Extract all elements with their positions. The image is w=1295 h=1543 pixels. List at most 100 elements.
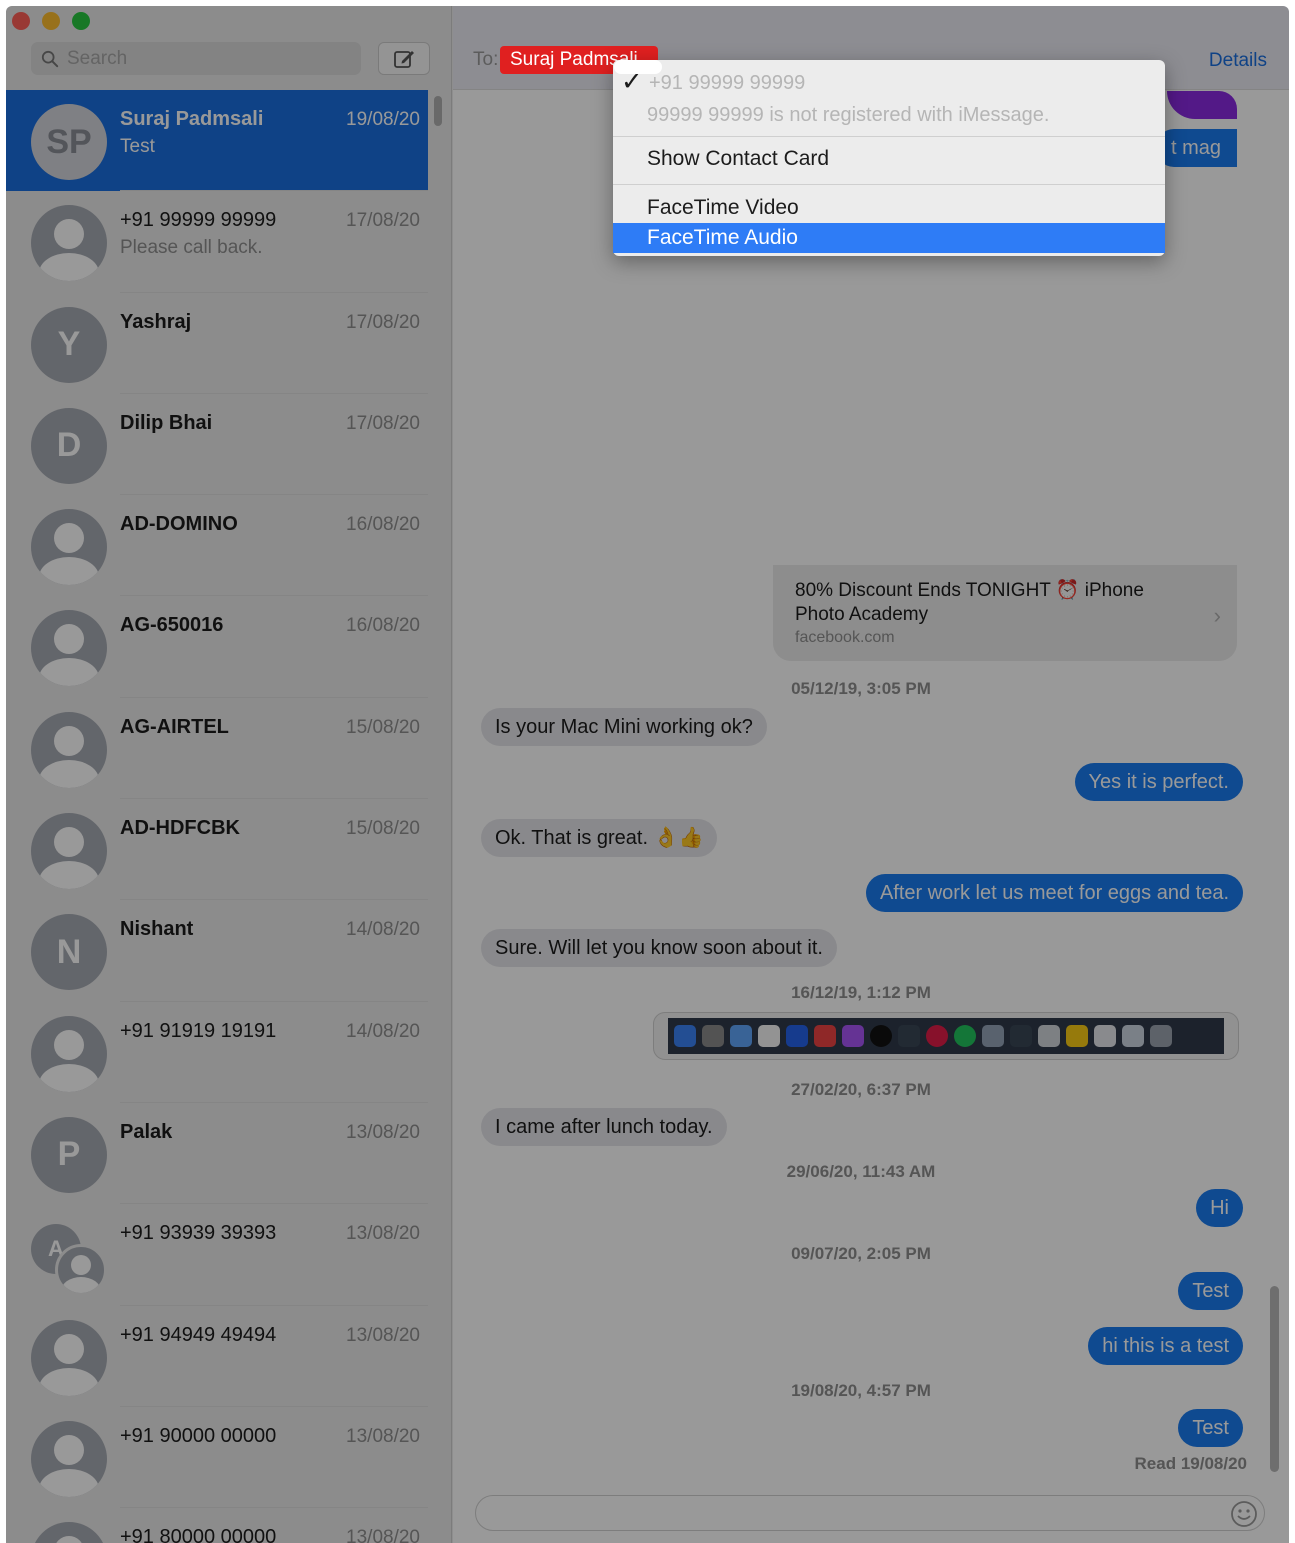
conversation-date: 19/08/20 (346, 109, 420, 130)
person-silhouette-icon (54, 725, 84, 756)
menu-item-facetime-audio[interactable]: FaceTime Audio (613, 223, 1165, 253)
details-button[interactable]: Details (1209, 50, 1267, 72)
link-preview-graphic (1167, 91, 1237, 119)
conversation-row[interactable]: A +91 93939 39393 13/08/20 (6, 1204, 428, 1306)
outgoing-message[interactable]: Test (1178, 1409, 1243, 1447)
menu-item-facetime-video[interactable]: FaceTime Video (613, 193, 1165, 223)
recipient-context-menu: ✓ +91 99999 99999 99999 99999 is not reg… (613, 60, 1165, 256)
incoming-message[interactable]: Is your Mac Mini working ok? (481, 708, 767, 746)
menu-item-show-contact-card[interactable]: Show Contact Card (613, 144, 1165, 174)
conversation-name: Yashraj (120, 310, 192, 333)
conversation-list: SP Suraj Padmsali 19/08/20 Test +91 99999 99… (6, 90, 428, 1543)
person-silhouette-icon (54, 827, 84, 858)
person-silhouette-icon (54, 624, 84, 655)
conversation-row[interactable]: +91 80000 00000 13/08/20 (6, 1508, 428, 1543)
close-window-button[interactable] (12, 12, 30, 30)
person-silhouette-icon (39, 1367, 99, 1396)
conversation-date: 13/08/20 (346, 1527, 420, 1543)
conversation-date: 13/08/20 (346, 1425, 420, 1447)
conversation-row[interactable]: +91 91919 19191 14/08/20 (6, 1002, 428, 1103)
outgoing-message[interactable]: Yes it is perfect. (1074, 763, 1243, 801)
person-silhouette-icon (54, 1536, 84, 1543)
compose-button[interactable] (378, 42, 430, 75)
mouse-cursor (614, 60, 662, 74)
avatar (31, 205, 107, 282)
conversation-name: +91 94949 49494 (120, 1323, 277, 1346)
conversation-row[interactable]: +91 90000 00000 13/08/20 (6, 1407, 428, 1509)
screenshot-attachment[interactable] (653, 1012, 1239, 1060)
conversation-date: 15/08/20 (346, 818, 420, 840)
conversation-row[interactable]: AD-HDFCBK 15/08/20 (6, 799, 428, 901)
compose-icon (394, 50, 414, 68)
menu-divider (613, 136, 1165, 137)
conversation-row[interactable]: SP Suraj Padmsali 19/08/20 Test (6, 90, 428, 192)
dock-screenshot-image (668, 1018, 1224, 1054)
conversation-name: +91 99999 99999 (120, 209, 277, 232)
message-input[interactable] (476, 1496, 1264, 1530)
avatar: Y (31, 306, 107, 383)
conversation-row[interactable]: +91 94949 49494 13/08/20 (6, 1306, 428, 1407)
person-silhouette-icon (39, 1063, 99, 1092)
conversation-row[interactable]: AD-DOMINO 16/08/20 (6, 495, 428, 597)
chevron-right-icon: › (1213, 603, 1221, 628)
message-transcript: t mag 80% Discount Ends TONIGHT ⏰ iPhone… (453, 91, 1289, 1477)
menu-item-phone[interactable]: ✓ +91 99999 99999 99999 99999 is not reg… (613, 64, 1165, 130)
conversation-date: 17/08/20 (346, 311, 420, 333)
conversation-date: 16/08/20 (346, 615, 420, 637)
search-icon (41, 50, 59, 67)
avatar: D (31, 407, 107, 484)
conversation-row[interactable]: N Nishant 14/08/20 (6, 900, 428, 1002)
conversation-name: AG-650016 (120, 614, 224, 637)
person-silhouette-icon (39, 253, 99, 282)
conversation-row[interactable]: AG-650016 16/08/20 (6, 596, 428, 698)
link-preview-site: facebook.com (795, 629, 895, 646)
emoji-icon[interactable] (1230, 1500, 1258, 1528)
minimize-window-button[interactable] (42, 12, 60, 30)
conversation-name: +91 93939 39393 (120, 1222, 277, 1245)
zoom-window-button[interactable] (72, 12, 90, 30)
conversation-name: AG-AIRTEL (120, 715, 229, 738)
search-field[interactable] (31, 42, 361, 75)
message-composer[interactable] (475, 1495, 1265, 1531)
message-timestamp: 27/02/20, 6:37 PM (791, 1080, 931, 1099)
incoming-message[interactable]: Ok. That is great. 👌👍 (481, 819, 718, 857)
search-input[interactable] (67, 47, 327, 70)
incoming-message[interactable]: I came after lunch today. (481, 1108, 727, 1146)
conversation-row[interactable]: P Palak 13/08/20 (6, 1103, 428, 1205)
conversation-date: 17/08/20 (346, 210, 420, 232)
conversation-row[interactable]: AG-AIRTEL 15/08/20 (6, 698, 428, 800)
person-silhouette-icon (55, 1244, 107, 1297)
person-silhouette-icon (39, 861, 99, 890)
avatar (31, 509, 107, 586)
outgoing-message[interactable]: Test (1178, 1272, 1243, 1310)
person-silhouette-icon (54, 1029, 84, 1060)
conversation-preview: Test (120, 136, 155, 157)
message-timestamp: 19/08/20, 4:57 PM (791, 1381, 931, 1400)
outgoing-message[interactable]: After work let us meet for eggs and tea. (865, 874, 1243, 912)
avatar (31, 1420, 107, 1497)
conversation-name: +91 90000 00000 (120, 1424, 277, 1447)
conversation-row[interactable]: Y Yashraj 17/08/20 (6, 293, 428, 394)
message-timestamp: 05/12/19, 3:05 PM (791, 679, 931, 698)
avatar: P (31, 1116, 107, 1193)
avatar (31, 711, 107, 788)
incoming-message[interactable]: Sure. Will let you know soon about it. (481, 929, 837, 967)
conversation-name: Dilip Bhai (120, 411, 213, 434)
avatar (31, 813, 107, 890)
message-timestamp: 16/12/19, 1:12 PM (791, 983, 931, 1002)
link-preview-bubble-text: t mag (1154, 129, 1237, 167)
group-avatar: A (31, 1218, 107, 1297)
conversation-name: AD-DOMINO (120, 513, 238, 536)
conversation-date: 14/08/20 (346, 1020, 420, 1042)
link-preview-meta: 80% Discount Ends TONIGHT ⏰ iPhone Photo… (773, 565, 1237, 661)
person-silhouette-icon (39, 557, 99, 586)
sidebar-scrollbar[interactable] (434, 96, 442, 126)
transcript-scrollbar[interactable] (1270, 1286, 1279, 1472)
conversation-preview: Please call back. (120, 237, 263, 259)
outgoing-message[interactable]: Hi (1196, 1189, 1243, 1227)
conversation-name: +91 91919 19191 (120, 1019, 277, 1042)
outgoing-message[interactable]: hi this is a test (1088, 1327, 1243, 1365)
conversation-row[interactable]: +91 99999 99999 17/08/20 Please call back. (6, 191, 428, 293)
to-label: To: (473, 49, 499, 70)
conversation-row[interactable]: D Dilip Bhai 17/08/20 (6, 394, 428, 496)
